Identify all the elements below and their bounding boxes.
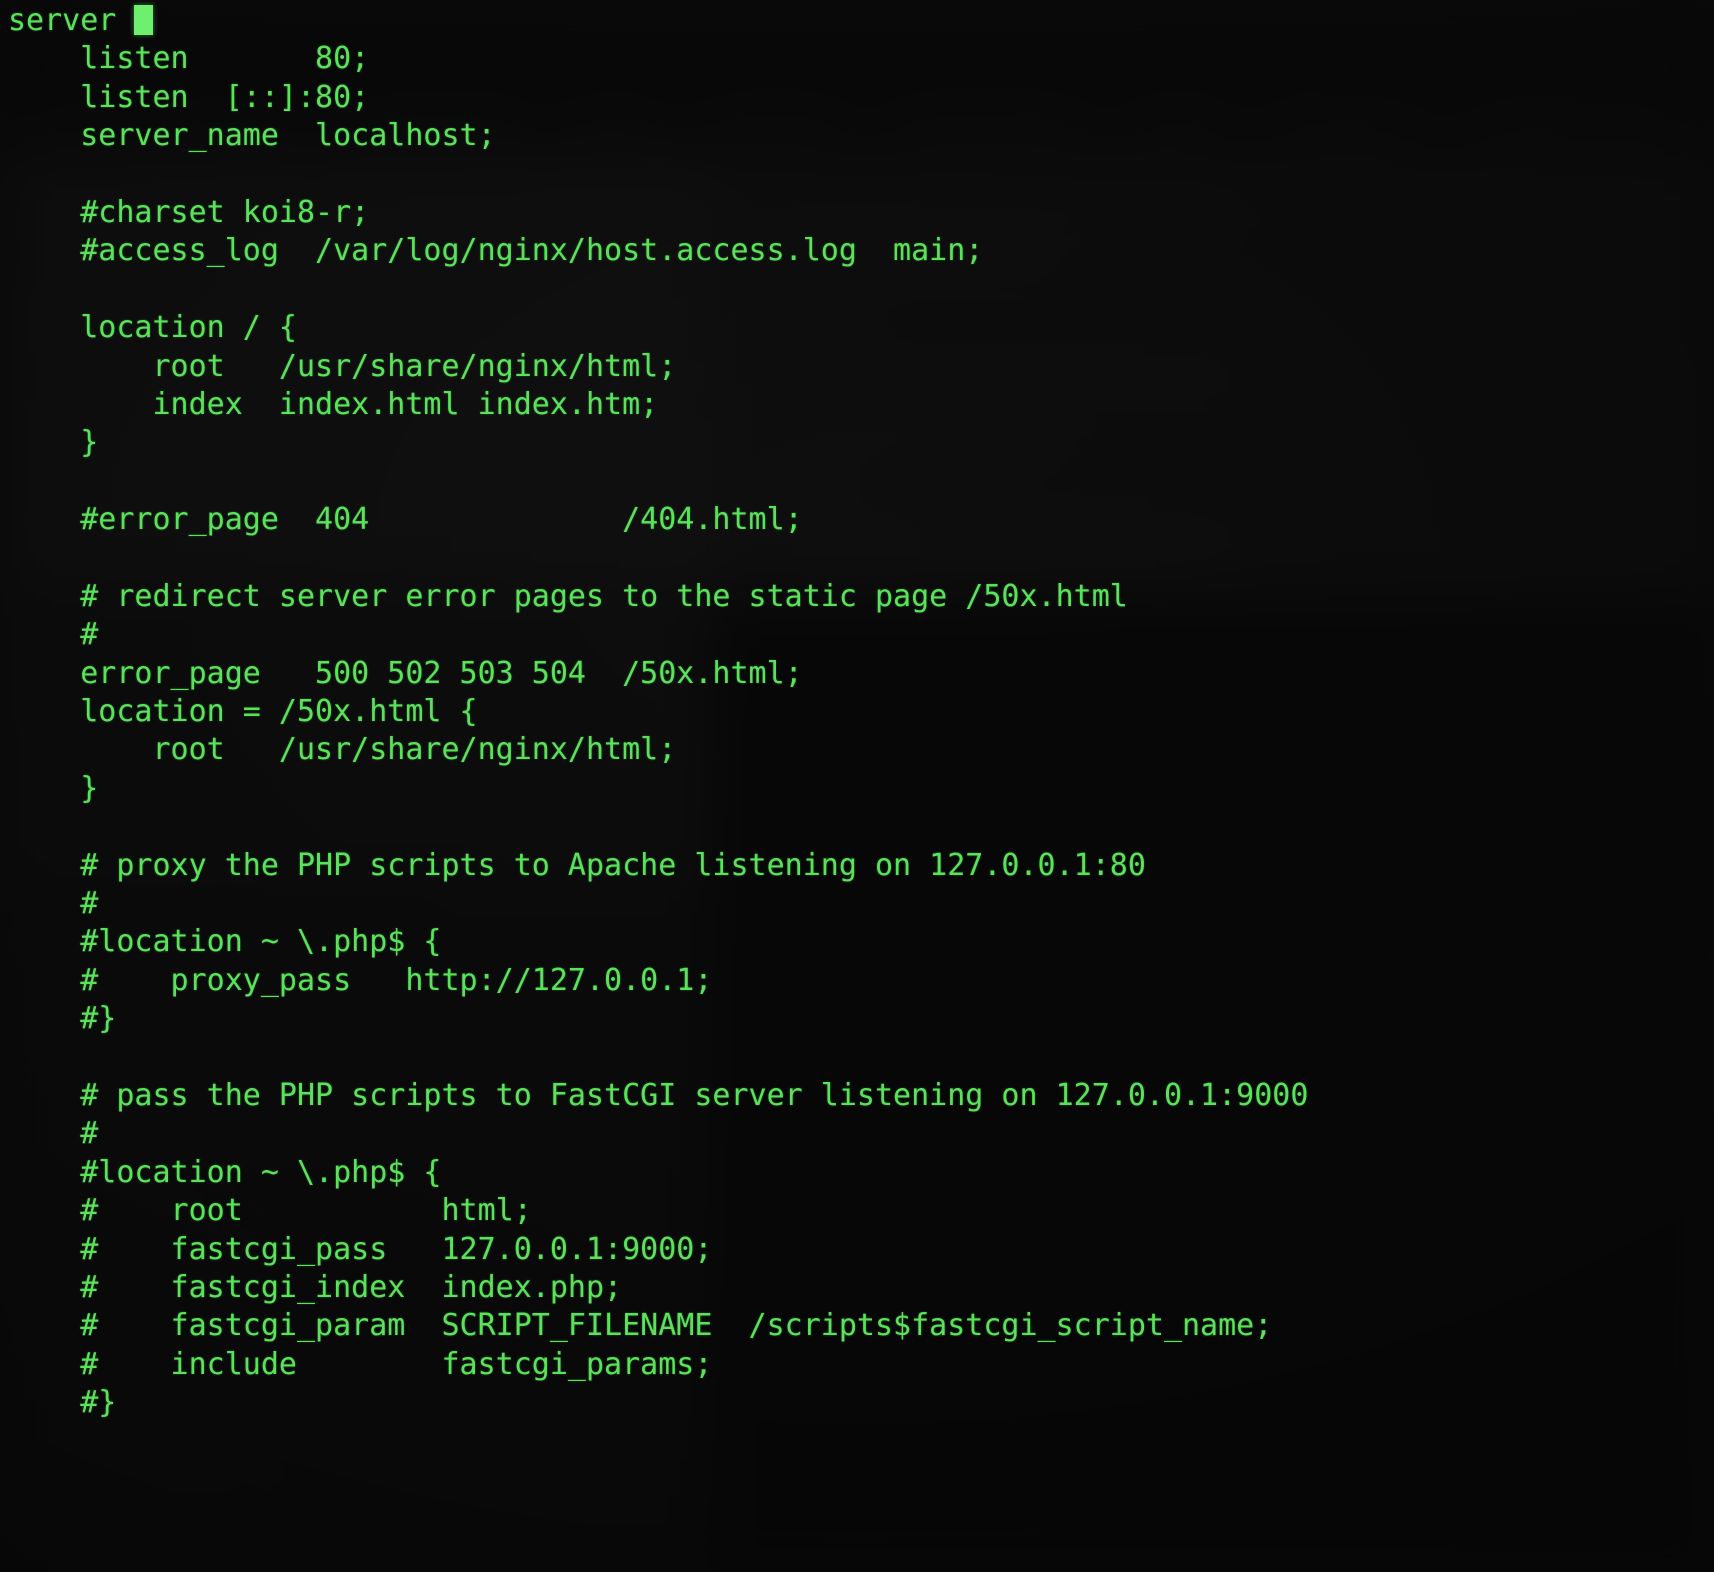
terminal-line: # root html; — [8, 1193, 532, 1229]
terminal-line: } — [8, 770, 99, 806]
terminal-line: # proxy_pass http://127.0.0.1; — [8, 962, 713, 998]
terminal-line: # — [8, 1116, 99, 1152]
terminal-line: #location ~ \.php$ { — [8, 1154, 442, 1190]
terminal-line: listen [::]:80; — [8, 79, 370, 115]
terminal-line: #location ~ \.php$ { — [8, 924, 442, 960]
terminal-line: listen 80; — [8, 41, 370, 77]
terminal-text-area[interactable]: server listen 80; listen [::]:80; server… — [0, 0, 1714, 1572]
terminal-line: # — [8, 885, 99, 921]
terminal-line: #} — [8, 1001, 117, 1037]
terminal-line: # redirect server error pages to the sta… — [8, 578, 1128, 614]
terminal-line: server_name localhost; — [8, 118, 496, 154]
terminal-screen: server listen 80; listen [::]:80; server… — [0, 0, 1714, 1572]
terminal-line: #access_log /var/log/nginx/host.access.l… — [8, 233, 984, 269]
terminal-line: } — [8, 425, 99, 461]
terminal-line: # include fastcgi_params; — [8, 1346, 713, 1382]
terminal-line: # — [8, 617, 99, 653]
terminal-line: #charset koi8-r; — [8, 194, 370, 230]
terminal-line: error_page 500 502 503 504 /50x.html; — [8, 655, 803, 691]
terminal-line: root /usr/share/nginx/html; — [8, 348, 677, 384]
block-cursor — [134, 5, 154, 35]
terminal-line: # fastcgi_param SCRIPT_FILENAME /scripts… — [8, 1308, 1273, 1344]
terminal-line: # proxy the PHP scripts to Apache listen… — [8, 847, 1146, 883]
terminal-line: root /usr/share/nginx/html; — [8, 732, 677, 768]
terminal-line: # fastcgi_pass 127.0.0.1:9000; — [8, 1231, 713, 1267]
terminal-line: location = /50x.html { — [8, 694, 478, 730]
terminal-line: # pass the PHP scripts to FastCGI server… — [8, 1077, 1309, 1113]
terminal-line: #error_page 404 /404.html; — [8, 502, 803, 538]
terminal-line: location / { — [8, 310, 297, 346]
terminal-line: # fastcgi_index index.php; — [8, 1269, 623, 1305]
terminal-line: index index.html index.htm; — [8, 386, 659, 422]
terminal-line: #} — [8, 1385, 117, 1421]
terminal-line: server — [8, 2, 1714, 40]
